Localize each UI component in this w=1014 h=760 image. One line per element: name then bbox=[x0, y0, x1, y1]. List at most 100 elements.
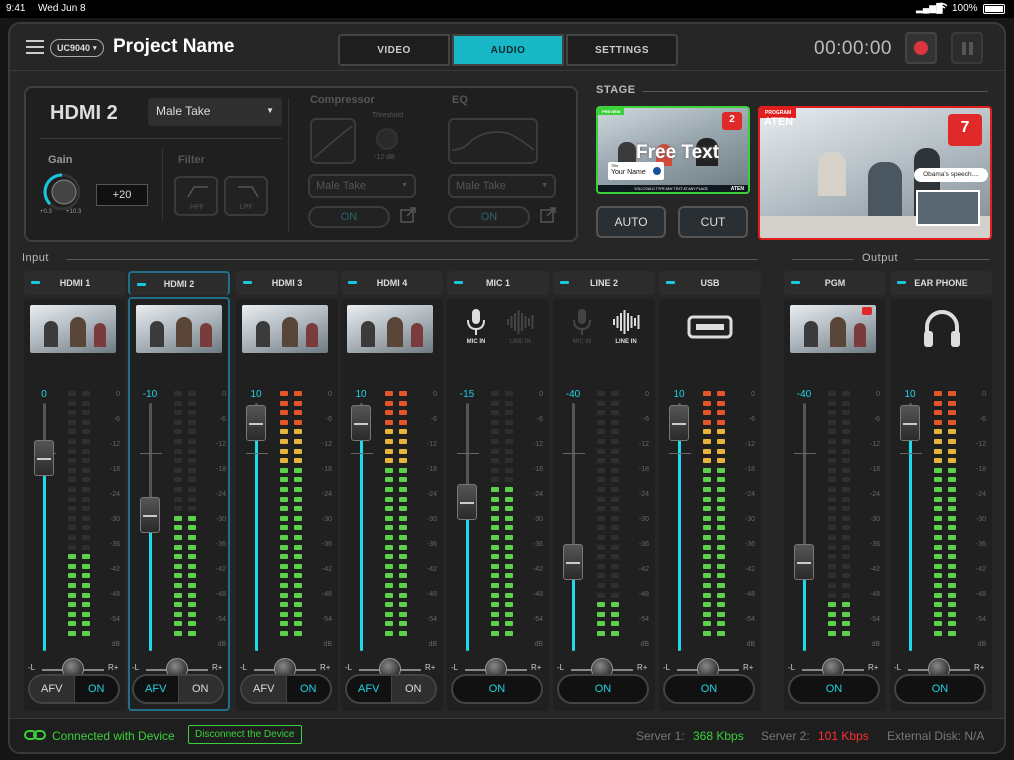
collapse-dash-icon[interactable] bbox=[560, 281, 569, 284]
fader-knob[interactable] bbox=[563, 543, 583, 580]
record-button[interactable] bbox=[905, 32, 937, 64]
on-button[interactable]: ON bbox=[390, 676, 435, 702]
fader-knob[interactable] bbox=[794, 543, 814, 580]
meter-scale-label: -54 bbox=[109, 616, 120, 623]
meter-scale-label: -24 bbox=[215, 491, 226, 498]
channel-on-button[interactable]: ON bbox=[451, 674, 543, 704]
auto-transition-button[interactable]: AUTO bbox=[596, 206, 666, 238]
collapse-dash-icon[interactable] bbox=[897, 281, 906, 284]
meter-scale-label: -6 bbox=[113, 416, 120, 423]
disconnect-device-button[interactable]: Disconnect the Device bbox=[188, 725, 302, 744]
tab-video[interactable]: VIDEO bbox=[338, 34, 450, 66]
program-monitor[interactable]: PROGRAM ATEN 7 Obama's speech.... bbox=[758, 106, 992, 240]
on-button[interactable]: ON bbox=[285, 676, 331, 702]
meter-segment bbox=[68, 535, 76, 540]
channel-on-button[interactable]: ON bbox=[663, 674, 755, 704]
meter-scale-label: -24 bbox=[532, 491, 543, 498]
collapse-dash-icon[interactable] bbox=[666, 281, 675, 284]
collapse-dash-icon[interactable] bbox=[137, 283, 146, 286]
channel-header: HDMI 2 bbox=[128, 271, 230, 295]
preview-monitor[interactable]: PREVIEW 2 Free Text Title Your Name YOU … bbox=[596, 106, 750, 194]
afv-on-toggle[interactable]: AFV ON bbox=[28, 674, 120, 704]
eq-on-label: ON bbox=[480, 211, 498, 223]
channel-on-button[interactable]: ON bbox=[557, 674, 649, 704]
lpf-icon bbox=[238, 186, 259, 198]
status-date: Wed Jun 8 bbox=[38, 3, 86, 14]
channel-name: PGM bbox=[824, 278, 846, 288]
meter-segment bbox=[611, 458, 619, 464]
threshold-knob[interactable] bbox=[376, 128, 398, 150]
microphone-icon[interactable] bbox=[567, 307, 597, 337]
afv-on-toggle[interactable]: AFV ON bbox=[132, 674, 224, 704]
meter-segment bbox=[828, 554, 836, 560]
channel-on-button[interactable]: ON bbox=[788, 674, 880, 704]
meter-scale-label: -12 bbox=[215, 441, 226, 448]
meter-segment bbox=[948, 611, 956, 617]
divider bbox=[40, 138, 282, 139]
device-selector[interactable]: UC9040 ▾ bbox=[50, 39, 104, 57]
tab-audio[interactable]: AUDIO bbox=[452, 34, 564, 66]
pause-button[interactable] bbox=[951, 32, 983, 64]
compressor-on-button[interactable]: ON bbox=[308, 206, 390, 228]
afv-button[interactable]: AFV bbox=[30, 676, 74, 702]
afv-on-toggle[interactable]: AFV ON bbox=[345, 674, 437, 704]
fader-knob[interactable] bbox=[457, 484, 477, 521]
eq-preset-dropdown[interactable]: Male Take ▼ bbox=[448, 174, 556, 198]
afv-button[interactable]: AFV bbox=[134, 676, 178, 702]
meter-segment bbox=[68, 448, 76, 454]
camera-thumbnail-icon bbox=[30, 305, 116, 353]
tab-settings[interactable]: SETTINGS bbox=[566, 34, 678, 66]
meter-segment bbox=[611, 573, 619, 579]
fader-knob[interactable] bbox=[246, 404, 266, 441]
meter-segment bbox=[399, 429, 407, 435]
meter-segment bbox=[717, 448, 725, 454]
gain-knob[interactable] bbox=[42, 172, 82, 212]
channel-on-button[interactable]: ON bbox=[894, 674, 986, 704]
collapse-dash-icon[interactable] bbox=[791, 281, 800, 284]
level-value: -10 bbox=[142, 389, 158, 400]
hamburger-menu-icon[interactable] bbox=[26, 40, 44, 54]
microphone-icon[interactable] bbox=[461, 307, 491, 337]
meter-segment bbox=[597, 487, 605, 492]
preset-dropdown[interactable]: Male Take ▼ bbox=[148, 98, 282, 126]
collapse-dash-icon[interactable] bbox=[348, 281, 357, 284]
waveform-icon[interactable] bbox=[611, 307, 641, 337]
hpf-button[interactable]: HPF bbox=[174, 176, 218, 216]
fader-knob[interactable] bbox=[900, 404, 920, 441]
afv-button[interactable]: AFV bbox=[347, 676, 391, 702]
meter-segment bbox=[717, 506, 725, 512]
waveform-icon[interactable] bbox=[505, 307, 535, 337]
meter-segment bbox=[703, 563, 711, 569]
meter-segment bbox=[611, 602, 619, 608]
status-time: 9:41 bbox=[6, 3, 26, 14]
meter-segment bbox=[491, 515, 499, 521]
brand-logo: ATEN bbox=[764, 116, 794, 128]
meter-segment bbox=[597, 525, 605, 531]
afv-on-toggle[interactable]: AFV ON bbox=[240, 674, 332, 704]
meter-segment bbox=[188, 448, 196, 454]
afv-button[interactable]: AFV bbox=[242, 676, 286, 702]
cut-transition-button[interactable]: CUT bbox=[678, 206, 748, 238]
fader-knob[interactable] bbox=[669, 404, 689, 441]
eq-on-button[interactable]: ON bbox=[448, 206, 530, 228]
channel-strip: -10 0 -6 -12 -18 -24 -30 -36 -42 -48 -54 dB bbox=[128, 297, 230, 711]
meter-segment bbox=[294, 496, 302, 502]
on-button[interactable]: ON bbox=[73, 676, 119, 702]
fader-knob[interactable] bbox=[140, 496, 160, 533]
meter-segment bbox=[505, 611, 513, 617]
lpf-button[interactable]: LPF bbox=[224, 176, 268, 216]
eq-graph bbox=[448, 118, 538, 164]
collapse-dash-icon[interactable] bbox=[31, 281, 40, 284]
compressor-preset-dropdown[interactable]: Male Take ▼ bbox=[308, 174, 416, 198]
external-link-icon[interactable] bbox=[400, 207, 416, 223]
fader-knob[interactable] bbox=[351, 404, 371, 441]
meter-segment bbox=[188, 458, 196, 464]
collapse-dash-icon[interactable] bbox=[454, 281, 463, 284]
on-button[interactable]: ON bbox=[177, 676, 222, 702]
fader-knob[interactable] bbox=[34, 439, 54, 476]
meter-segment bbox=[399, 410, 407, 416]
meter-segment bbox=[611, 525, 619, 531]
external-link-icon[interactable] bbox=[540, 207, 556, 223]
gain-value[interactable]: +20 bbox=[96, 184, 148, 206]
collapse-dash-icon[interactable] bbox=[243, 281, 252, 284]
